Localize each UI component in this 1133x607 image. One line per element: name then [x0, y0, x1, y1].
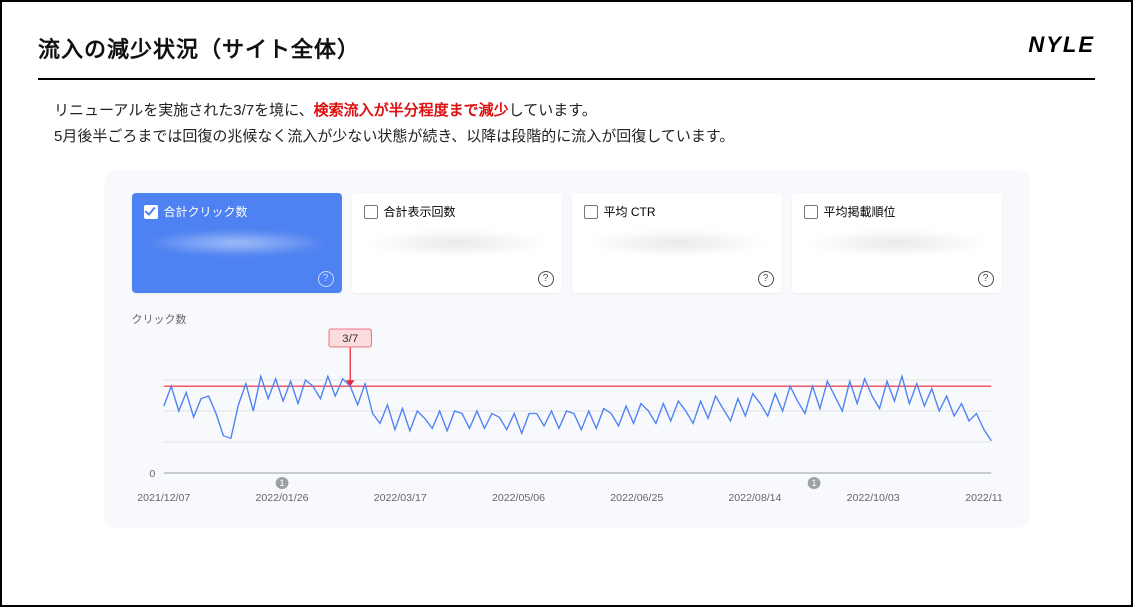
- metric-card-1[interactable]: 合計表示回数?: [352, 193, 562, 293]
- checkbox-icon: [364, 205, 378, 219]
- description: リニューアルを実施された3/7を境に、検索流入が半分程度まで減少しています。 5…: [54, 98, 1095, 149]
- metric-value-blurred: [804, 230, 990, 256]
- metric-label: 合計表示回数: [384, 203, 456, 220]
- brand-logo: NYLE: [1028, 32, 1095, 58]
- svg-text:1: 1: [279, 478, 284, 488]
- desc-line1-post: しています。: [509, 102, 597, 119]
- svg-text:2022/03/17: 2022/03/17: [373, 493, 426, 504]
- svg-text:0: 0: [149, 469, 155, 480]
- plot-area: クリック数 0 3/7 2021/12/07 2022/01/26 2022/03/17…: [132, 311, 1002, 507]
- svg-text:1: 1: [811, 478, 816, 488]
- help-icon[interactable]: ?: [318, 271, 334, 287]
- metric-card-0[interactable]: 合計クリック数?: [132, 193, 342, 293]
- metric-label: 平均掲載順位: [824, 203, 896, 220]
- metric-card-3[interactable]: 平均掲載順位?: [792, 193, 1002, 293]
- svg-text:2021/12/07: 2021/12/07: [137, 493, 190, 504]
- line-chart: 0 3/7 2021/12/07 2022/01/26 2022/03/17 2022/0…: [132, 327, 1002, 507]
- chart-card: 合計クリック数?合計表示回数?平均 CTR?平均掲載順位? クリック数 03/7…: [106, 171, 1028, 525]
- y-axis-title: クリック数: [132, 311, 1002, 327]
- svg-text:2022/05/06: 2022/05/06: [491, 493, 544, 504]
- checkbox-icon: [804, 205, 818, 219]
- svg-text:2022/06/25: 2022/06/25: [610, 493, 663, 504]
- metric-value-blurred: [584, 230, 770, 256]
- checkbox-icon: [584, 205, 598, 219]
- desc-highlight: 検索流入が半分程度まで減少: [314, 102, 509, 119]
- page-title: 流入の減少状況（サイト全体）: [38, 32, 360, 64]
- metrics-row: 合計クリック数?合計表示回数?平均 CTR?平均掲載順位?: [132, 193, 1002, 293]
- help-icon[interactable]: ?: [758, 271, 774, 287]
- metric-value-blurred: [364, 230, 550, 256]
- metric-card-2[interactable]: 平均 CTR?: [572, 193, 782, 293]
- svg-text:2022/10/03: 2022/10/03: [846, 493, 899, 504]
- help-icon[interactable]: ?: [978, 271, 994, 287]
- checkbox-checked-icon: [144, 205, 158, 219]
- metric-label: 合計クリック数: [164, 203, 248, 220]
- svg-text:2022/11/22: 2022/11/22: [965, 493, 1002, 504]
- help-icon[interactable]: ?: [538, 271, 554, 287]
- metric-value-blurred: [144, 230, 330, 256]
- desc-line1-pre: リニューアルを実施された3/7を境に、: [54, 102, 314, 119]
- desc-line2: 5月後半ごろまでは回復の兆候なく流入が少ない状態が続き、以降は段階的に流入が回復…: [54, 124, 1095, 150]
- divider: [38, 78, 1095, 80]
- metric-label: 平均 CTR: [604, 203, 656, 220]
- svg-text:2022/08/14: 2022/08/14: [728, 493, 781, 504]
- svg-text:3/7: 3/7: [342, 333, 358, 345]
- svg-text:2022/01/26: 2022/01/26: [255, 493, 308, 504]
